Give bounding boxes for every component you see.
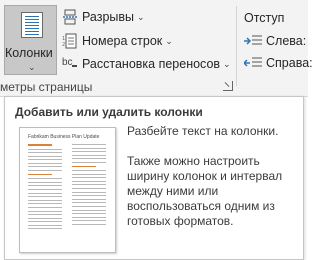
thumbnail-title: Fabrikam Business Plan Update bbox=[28, 134, 100, 140]
group-separator bbox=[236, 6, 237, 86]
hyphenation-icon-text: bc bbox=[62, 57, 73, 68]
line-numbers-button[interactable]: 1 2 Номера строк ⌄ bbox=[62, 31, 173, 51]
indent-left-field[interactable]: Слева: bbox=[244, 32, 306, 50]
chevron-down-icon: ⌄ bbox=[137, 11, 145, 22]
svg-text:2: 2 bbox=[62, 42, 65, 48]
indent-left-label: Слева: bbox=[266, 34, 307, 48]
indent-title: Отступ bbox=[244, 11, 285, 25]
breaks-button[interactable]: Разрывы ⌄ bbox=[62, 7, 145, 27]
chevron-down-icon: ⌄ bbox=[165, 35, 173, 46]
line-numbers-icon: 1 2 bbox=[62, 33, 78, 49]
chevron-down-icon: ⌄ bbox=[223, 58, 231, 69]
breaks-label: Разрывы bbox=[82, 10, 135, 24]
thumbnail-column-right bbox=[72, 144, 106, 228]
hyphenation-button[interactable]: bc Расстановка переносов ⌄ bbox=[62, 54, 231, 74]
dialog-launcher-icon[interactable] bbox=[223, 81, 233, 91]
indent-left-icon bbox=[244, 34, 262, 48]
tooltip-details: Также можно настроить ширину колонок и и… bbox=[127, 154, 283, 228]
chevron-down-icon: ⌄ bbox=[28, 62, 36, 72]
columns-preview-thumbnail: Fabrikam Business Plan Update bbox=[19, 127, 116, 253]
indent-right-icon bbox=[242, 56, 262, 70]
columns-tooltip: Добавить или удалить колонки Fabrikam Bu… bbox=[4, 96, 304, 260]
breaks-icon bbox=[62, 9, 78, 25]
thumbnail-column-left bbox=[28, 144, 62, 232]
group-label-page-setup: метры страницы bbox=[0, 80, 93, 94]
columns-label: Колонки bbox=[5, 46, 53, 60]
tooltip-title: Добавить или удалить колонки bbox=[15, 105, 203, 119]
line-numbers-label: Номера строк bbox=[82, 34, 163, 48]
hyphenation-label: Расстановка переносов bbox=[82, 57, 221, 71]
columns-button[interactable]: Колонки ⌄ bbox=[4, 5, 57, 75]
indent-right-field[interactable]: Справа: bbox=[242, 54, 313, 72]
indent-right-label: Справа: bbox=[266, 56, 313, 70]
hyphenation-icon: bc bbox=[62, 56, 78, 72]
tooltip-description: Разбейте текст на колонки. bbox=[127, 124, 279, 138]
ribbon-page-layout: Колонки ⌄ Разрывы ⌄ 1 2 Номера строк ⌄ b… bbox=[0, 0, 313, 97]
columns-icon bbox=[21, 12, 43, 38]
